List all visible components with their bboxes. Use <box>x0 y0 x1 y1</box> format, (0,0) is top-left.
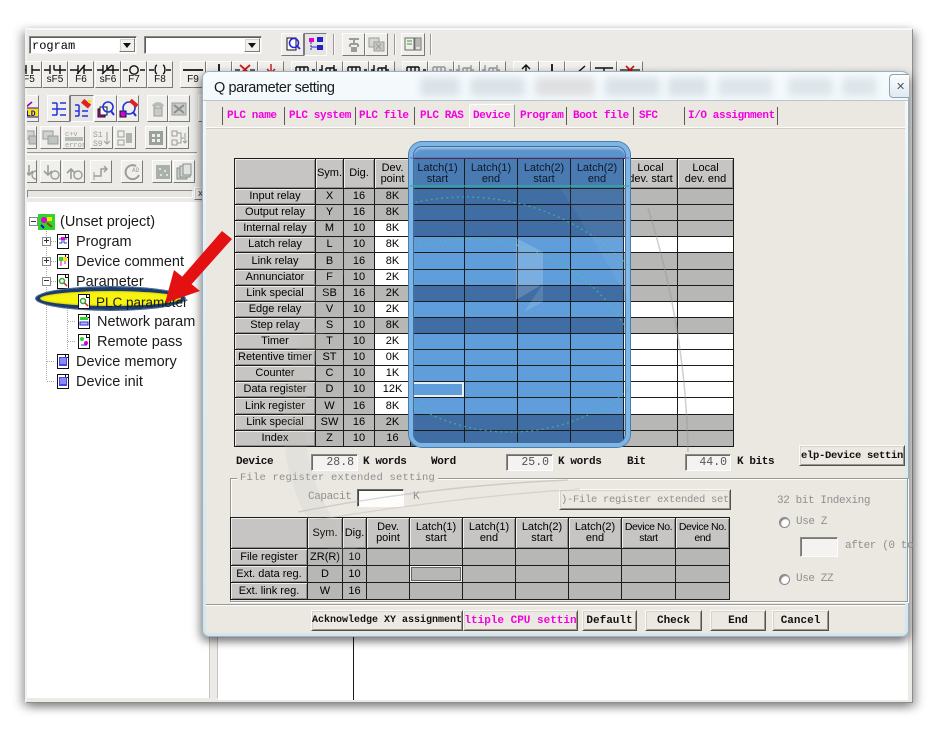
svg-text:AD: AD <box>132 167 140 174</box>
svg-text:S1: S1 <box>93 131 103 140</box>
svg-text:LD: LD <box>26 110 36 119</box>
svg-text:S9: S9 <box>93 140 103 148</box>
svg-text:error: error <box>65 142 84 148</box>
